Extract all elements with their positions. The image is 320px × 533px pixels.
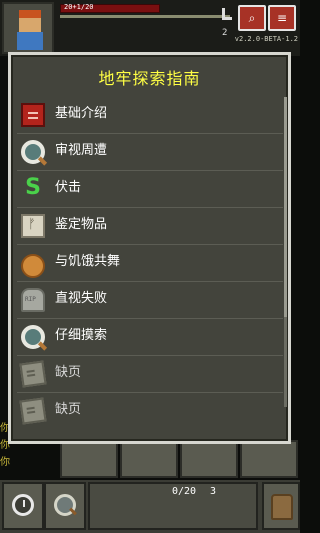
snake-icon: S: [25, 175, 41, 200]
tombstone-icon: [21, 288, 45, 312]
torn-page-icon: [19, 360, 47, 388]
backpack-button[interactable]: [262, 482, 300, 530]
guide-item-label: 伏击: [55, 180, 82, 195]
guide-item-label: 审视周遭: [55, 143, 108, 158]
journal-window: 地牢探索指南 基础介绍 审视周遭 S 伏击 鉴定物品 与饥饿共舞: [8, 52, 291, 444]
guide-item-label: 直视失败: [55, 291, 108, 306]
log-line: 你: [0, 457, 10, 468]
clock-icon: [12, 494, 34, 516]
search-journal-button[interactable]: ⌕: [238, 5, 266, 31]
guide-item-label: 仔细摸索: [55, 328, 108, 343]
menu-icon: ≡: [276, 11, 288, 25]
scroll-icon: [21, 214, 45, 238]
guide-item-label: 缺页: [55, 402, 82, 417]
list-scrollbar[interactable]: [284, 97, 287, 407]
guide-item-failure[interactable]: 直视失败: [17, 282, 283, 319]
health-text: 20+1/20: [64, 3, 94, 11]
magnifying-glass-icon: [21, 140, 45, 164]
guide-item-search[interactable]: 仔细摸索: [17, 319, 283, 356]
hero-body-icon: [17, 32, 43, 50]
magnifying-glass-icon: [21, 325, 45, 349]
hero-head-icon: [19, 10, 41, 32]
guide-item-label: 鉴定物品: [55, 217, 108, 232]
bread-icon: [21, 254, 45, 278]
pack-count: 0/20: [172, 486, 197, 497]
guide-item-intro[interactable]: 基础介绍: [17, 97, 283, 134]
depth-number: 2: [222, 28, 228, 38]
bottom-toolbar: [0, 480, 300, 533]
guide-item-ambush[interactable]: S 伏击: [17, 171, 283, 208]
search-button[interactable]: [44, 482, 86, 530]
menu-button[interactable]: ≡: [268, 5, 296, 31]
quickslot-1[interactable]: [60, 440, 118, 478]
guide-list[interactable]: 基础介绍 审视周遭 S 伏击 鉴定物品 与饥饿共舞 直视失败: [17, 97, 283, 437]
torn-page-icon: [19, 397, 47, 425]
guide-item-examine[interactable]: 审视周遭: [17, 134, 283, 171]
search-icon: [54, 494, 76, 516]
scrollbar-thumb[interactable]: [284, 97, 287, 317]
depth-indicator: 2: [222, 8, 236, 38]
quickslot-4[interactable]: [240, 440, 298, 478]
guide-item-label: 缺页: [55, 365, 82, 380]
quickslot-3[interactable]: [180, 440, 238, 478]
guide-item-missing-2: 缺页: [17, 393, 283, 430]
wait-button[interactable]: [2, 482, 44, 530]
stairs-icon: [222, 8, 232, 20]
guide-item-missing-1: 缺页: [17, 356, 283, 393]
guide-item-label: 与饥饿共舞: [55, 254, 121, 269]
hero-portrait-button[interactable]: [2, 2, 54, 54]
experience-bar: [60, 15, 230, 18]
guide-item-hunger[interactable]: 与饥饿共舞: [17, 245, 283, 282]
top-status-bar: 20+1/20 2 ⌕ ≡ v2.2.0-BETA-1.2: [0, 0, 300, 56]
journal-search-icon: ⌕: [248, 11, 256, 25]
window-title: 地牢探索指南: [98, 69, 201, 88]
quickslot-2[interactable]: [120, 440, 178, 478]
guide-item-label: 基础介绍: [55, 106, 108, 121]
backpack-icon: [271, 494, 293, 520]
stack-count: 3: [210, 486, 217, 497]
red-book-icon: [21, 103, 45, 127]
quickslot-strip: [60, 440, 300, 480]
guide-item-identify[interactable]: 鉴定物品: [17, 208, 283, 245]
version-label: v2.2.0-BETA-1.2: [234, 35, 298, 43]
